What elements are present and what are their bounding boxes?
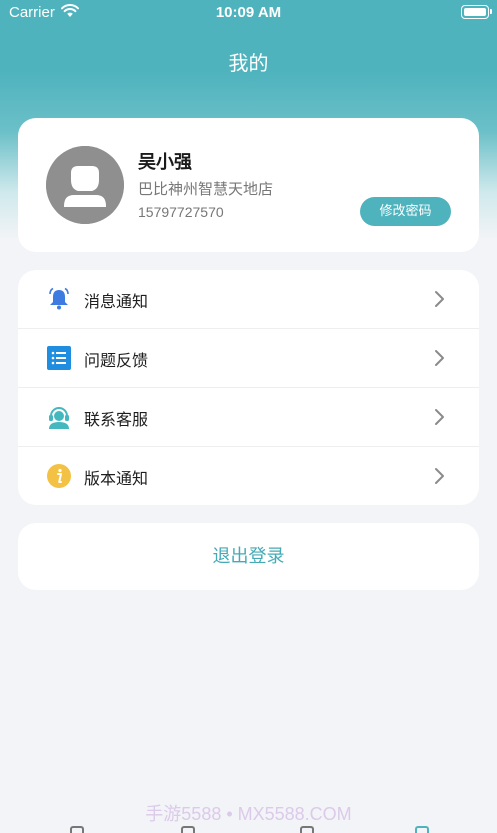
logout-button[interactable]: 退出登录 [18,523,479,590]
store-name: 巴比神州智慧天地店 [138,180,274,198]
info-icon [47,464,71,488]
status-bar: Carrier 10:09 AM [0,0,497,26]
menu-item-label: 消息通知 [84,292,149,311]
tab-home-icon[interactable] [70,826,84,833]
page-title: 我的 [228,51,269,75]
menu-item-label: 联系客服 [84,410,149,429]
menu-item-version[interactable]: 版本通知 [18,447,479,506]
logout-card: 退出登录 [18,523,479,590]
user-avatar-icon [46,146,124,224]
status-time: 10:09 AM [215,4,282,21]
phone-number: 15797727570 [138,204,224,220]
list-icon [47,346,71,370]
avatar[interactable] [46,146,124,224]
menu-item-customer-service[interactable]: 联系客服 [18,388,479,447]
user-name: 吴小强 [138,152,192,173]
watermark: 手游5588 • MX5588.COM [145,804,352,824]
profile-card: 吴小强 巴比神州智慧天地店 15797727570 修改密码 [18,118,479,252]
tab-bar [0,826,497,833]
bell-icon [47,287,71,311]
menu-card: 消息通知 问题反馈 联系客服 版本通知 [18,270,479,505]
chevron-right-icon [434,290,446,308]
tab-orders-icon[interactable] [181,826,195,833]
tab-mine-icon[interactable] [415,826,429,833]
chevron-right-icon [434,408,446,426]
menu-item-notifications[interactable]: 消息通知 [18,270,479,329]
headset-icon [47,405,71,429]
tab-clipboard-icon[interactable] [300,826,314,833]
change-password-button[interactable]: 修改密码 [360,197,451,226]
chevron-right-icon [434,467,446,485]
menu-item-feedback[interactable]: 问题反馈 [18,329,479,388]
chevron-right-icon [434,349,446,367]
menu-item-label: 版本通知 [84,469,149,488]
battery-icon [461,5,492,19]
menu-item-label: 问题反馈 [84,351,149,370]
